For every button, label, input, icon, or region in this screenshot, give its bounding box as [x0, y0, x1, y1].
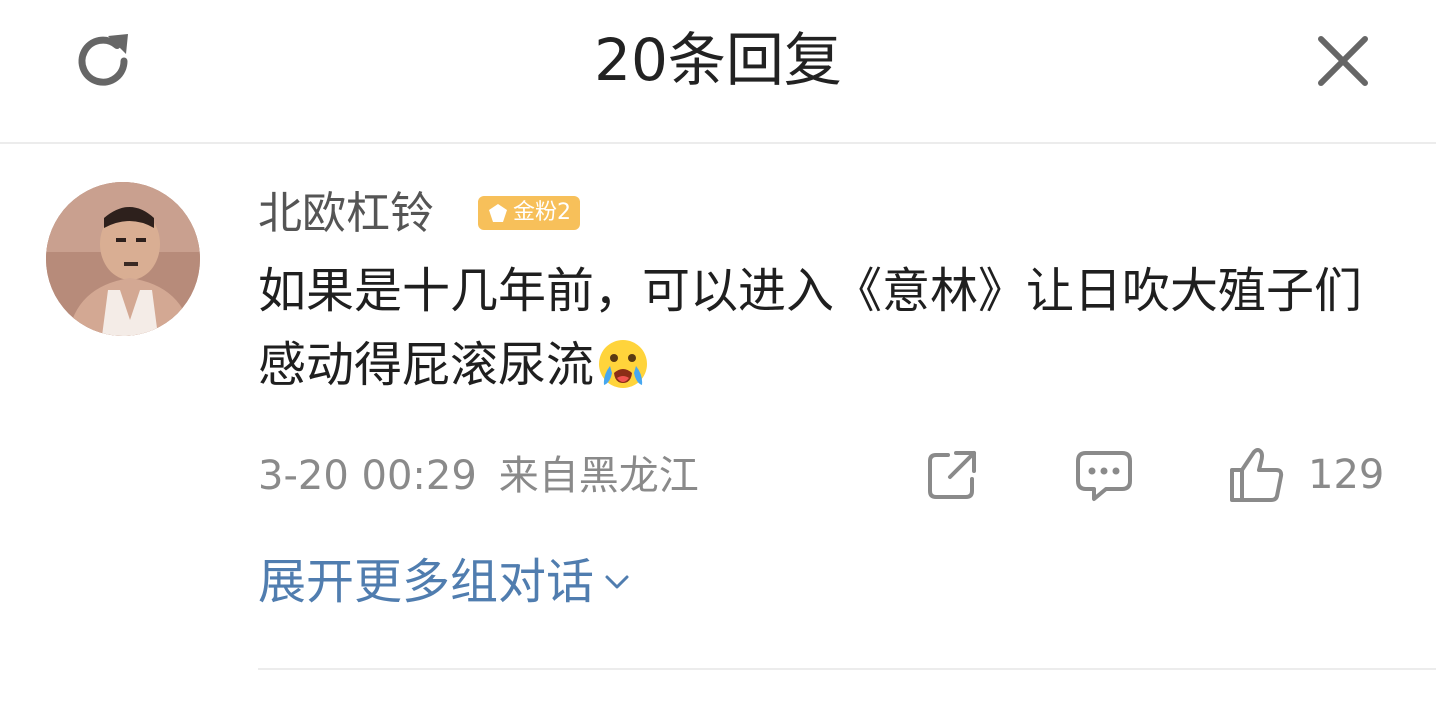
comment-text: 如果是十几年前，可以进入《意林》让日吹大殖子们感动得屁滚尿流 — [258, 263, 1363, 393]
close-icon — [1318, 36, 1368, 86]
avatar-image — [46, 182, 200, 336]
comment-bubble-icon — [1076, 451, 1132, 501]
thumbs-up-icon — [1230, 448, 1284, 502]
like-button[interactable]: 129 — [1228, 444, 1384, 506]
location: 来自黑龙江 — [498, 453, 699, 499]
page-title: 20条回复 — [594, 26, 842, 94]
header: 20条回复 — [0, 0, 1436, 144]
badge-label: 金粉2 — [513, 200, 571, 225]
fan-badge[interactable]: 金粉2 — [478, 196, 580, 230]
share-button[interactable] — [924, 444, 980, 506]
divider — [258, 668, 1436, 670]
close-button[interactable] — [1306, 24, 1380, 98]
username[interactable]: 北欧杠铃 — [258, 186, 434, 242]
share-icon — [928, 451, 976, 499]
fan-level-icon — [489, 204, 507, 222]
timestamp: 3-20 00:29 — [258, 453, 477, 499]
expand-label: 展开更多组对话 — [258, 554, 595, 610]
reply-button[interactable] — [1074, 444, 1134, 506]
comment-text-block: 如果是十几年前，可以进入《意林》让日吹大殖子们感动得屁滚尿流 — [258, 254, 1378, 402]
comment-meta: 3-20 00:29 来自黑龙江 — [258, 448, 699, 504]
chevron-down-icon — [605, 575, 629, 589]
crying-face-emoji — [599, 340, 648, 388]
like-count: 129 — [1308, 452, 1385, 498]
expand-more-conversations[interactable]: 展开更多组对话 — [258, 550, 632, 614]
avatar[interactable] — [46, 182, 200, 336]
